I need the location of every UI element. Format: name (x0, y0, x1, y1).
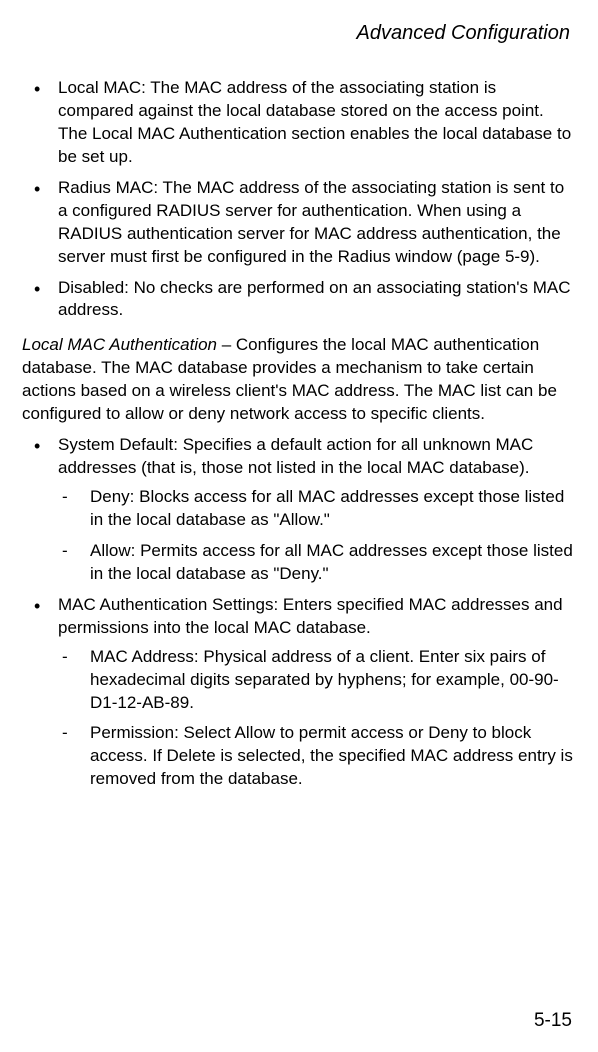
sub-list-item: MAC Address: Physical address of a clien… (58, 646, 576, 715)
section-paragraph: Local MAC Authentication – Configures th… (22, 334, 576, 426)
list-item-text: MAC Authentication Settings: Enters spec… (58, 595, 563, 637)
sub-dash-list: Deny: Blocks access for all MAC addresse… (58, 486, 576, 586)
top-bullet-list: Local MAC: The MAC address of the associ… (22, 77, 576, 322)
sub-dash-list: MAC Address: Physical address of a clien… (58, 646, 576, 792)
sub-list-item: Deny: Blocks access for all MAC addresse… (58, 486, 576, 532)
sub-list-item: Allow: Permits access for all MAC addres… (58, 540, 576, 586)
list-item: System Default: Specifies a default acti… (22, 434, 576, 586)
list-item-text: System Default: Specifies a default acti… (58, 435, 533, 477)
page-number: 5-15 (534, 1008, 572, 1034)
section-lead-italic: Local MAC Authentication (22, 335, 217, 354)
list-item: MAC Authentication Settings: Enters spec… (22, 594, 576, 792)
page-content: Advanced Configuration Local MAC: The MA… (0, 0, 598, 791)
page-header: Advanced Configuration (22, 20, 576, 47)
list-item: Radius MAC: The MAC address of the assoc… (22, 177, 576, 269)
list-item: Local MAC: The MAC address of the associ… (22, 77, 576, 169)
mid-bullet-list: System Default: Specifies a default acti… (22, 434, 576, 791)
sub-list-item: Permission: Select Allow to permit acces… (58, 722, 576, 791)
list-item: Disabled: No checks are performed on an … (22, 277, 576, 323)
